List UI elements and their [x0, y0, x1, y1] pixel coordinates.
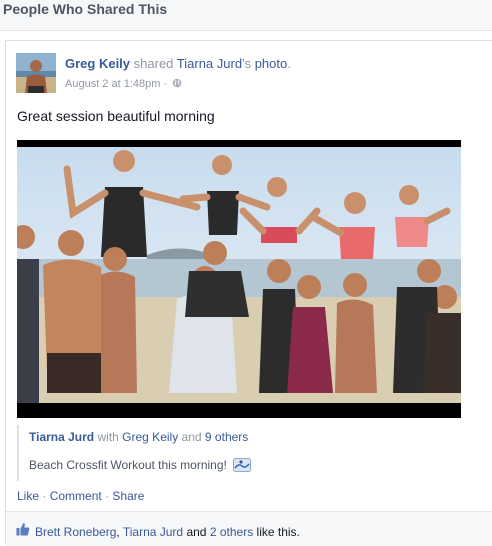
- group-beach-photo[interactable]: [17, 140, 461, 418]
- with-text: with: [97, 430, 119, 444]
- dialog-header: People Who Shared This: [0, 0, 492, 31]
- likes-comma: ,: [116, 525, 120, 539]
- attachment-author-link[interactable]: Tiarna Jurd: [29, 430, 94, 444]
- likes-others-link[interactable]: 2 others: [210, 525, 253, 539]
- meta-separator: ·: [163, 78, 168, 90]
- timestamp-link[interactable]: August 2 at 1:48pm: [65, 78, 160, 90]
- and-text: and: [181, 430, 202, 444]
- tagged-others-link[interactable]: 9 others: [205, 430, 248, 444]
- liker-link[interactable]: Tiarna Jurd: [123, 525, 183, 539]
- sentence-end: .: [287, 56, 291, 71]
- globe-icon[interactable]: [172, 78, 182, 88]
- story-actions: Like · Comment · Share: [17, 489, 144, 503]
- share-button[interactable]: Share: [112, 489, 144, 503]
- shared-verb: shared: [133, 56, 174, 71]
- status-message: Great session beautiful morning: [17, 108, 215, 124]
- likes-suffix: like this.: [256, 525, 300, 539]
- avatar[interactable]: [16, 53, 56, 93]
- photo-link[interactable]: photo: [255, 56, 288, 71]
- caption-text: Beach Crossfit Workout this morning!: [29, 458, 227, 472]
- thumbs-up-icon: [16, 522, 30, 536]
- dialog-title: People Who Shared This: [3, 1, 168, 17]
- actor-name-link[interactable]: Greg Keily: [65, 56, 130, 71]
- attachment-caption: Beach Crossfit Workout this morning!: [29, 458, 252, 472]
- like-button[interactable]: Like: [17, 489, 39, 503]
- action-separator: ·: [42, 489, 47, 503]
- shared-story: Greg Keily shared Tiarna Jurd's photo. A…: [5, 40, 492, 546]
- likes-and-text: and: [186, 525, 207, 539]
- attachment-header: Tiarna Jurd with Greg Keily and 9 others: [29, 430, 248, 444]
- tagged-person-link[interactable]: Greg Keily: [122, 430, 178, 444]
- actor-line: Greg Keily shared Tiarna Jurd's photo.: [65, 56, 291, 71]
- comment-button[interactable]: Comment: [50, 489, 102, 503]
- owner-name-link[interactable]: Tiarna Jurd: [177, 56, 242, 71]
- likes-sentence: Brett Roneberg, Tiarna Jurd and 2 others…: [35, 525, 300, 539]
- story-meta: August 2 at 1:48pm ·: [65, 78, 182, 90]
- shared-attachment: Tiarna Jurd with Greg Keily and 9 others…: [17, 425, 463, 481]
- owner-possessive: 's: [242, 56, 252, 71]
- surfer-emoji-icon: [233, 458, 252, 472]
- likes-bar: Brett Roneberg, Tiarna Jurd and 2 others…: [6, 511, 492, 546]
- action-separator: ·: [105, 489, 110, 503]
- liker-link[interactable]: Brett Roneberg: [35, 525, 116, 539]
